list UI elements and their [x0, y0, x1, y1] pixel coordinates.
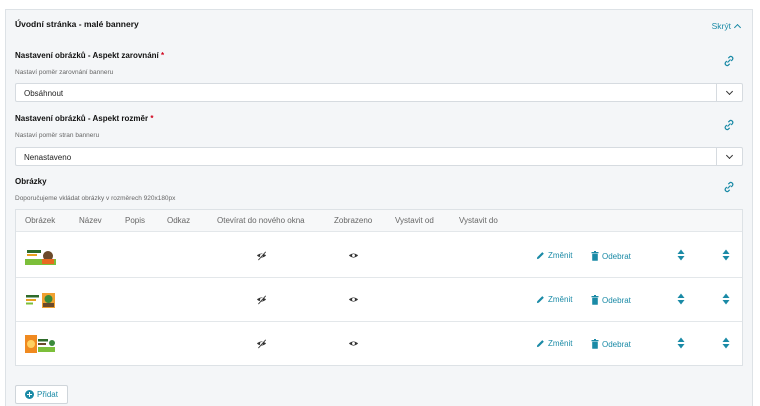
remove-button[interactable]: Odebrat: [591, 251, 631, 261]
field-ratio-label: Nastavení obrázků - Aspekt rozměr *: [15, 114, 154, 123]
link-icon[interactable]: [723, 181, 735, 193]
chevron-up-icon: [733, 23, 742, 32]
column-header: Popis: [125, 216, 146, 225]
change-button[interactable]: Změnit: [536, 295, 572, 304]
eye-slash-icon: [256, 295, 267, 305]
column-header: Název: [79, 216, 102, 225]
field-ratio-hint: Nastaví poměr stran banneru: [15, 132, 100, 139]
images-hint: Doporučujeme vkládat obrázky v rozměrech…: [15, 195, 176, 202]
sort-icon[interactable]: [722, 293, 730, 305]
chevron-down-icon: [725, 87, 734, 96]
images-table: Obrázek Název Popis Odkaz Otevírat do no…: [15, 209, 743, 366]
eye-icon: [348, 297, 359, 302]
remove-label: Odebrat: [602, 339, 631, 349]
sort-icon[interactable]: [722, 249, 730, 261]
trash-icon: [591, 339, 599, 349]
required-mark: *: [160, 51, 165, 60]
images-label: Obrázky: [15, 177, 47, 186]
remove-label: Odebrat: [602, 251, 631, 261]
banner-thumbnail: [25, 335, 56, 353]
alignment-select[interactable]: Obsáhnout: [15, 83, 743, 102]
sort-icon[interactable]: [677, 337, 685, 349]
hide-toggle[interactable]: Skrýt: [711, 21, 742, 32]
eye-icon: [348, 341, 359, 346]
link-icon[interactable]: [723, 119, 735, 131]
column-header: Vystavit od: [395, 216, 434, 225]
plus-circle-icon: [25, 390, 35, 399]
table-row: Změnit Odebrat: [16, 322, 742, 366]
column-header: Vystavit do: [459, 216, 498, 225]
sort-icon[interactable]: [677, 249, 685, 261]
change-label: Změnit: [548, 295, 573, 304]
table-row: Změnit Odebrat: [16, 234, 742, 278]
change-button[interactable]: Změnit: [536, 339, 572, 348]
remove-label: Odebrat: [602, 295, 631, 305]
sort-icon[interactable]: [677, 293, 685, 305]
table-row: Změnit Odebrat: [16, 278, 742, 322]
pencil-icon: [536, 252, 544, 260]
column-header: Obrázek: [25, 216, 56, 225]
column-header: Odkaz: [167, 216, 191, 225]
column-header: Zobrazeno: [334, 216, 373, 225]
field-alignment-hint: Nastaví poměr zarovnání banneru: [15, 69, 114, 76]
banner-thumbnail: [25, 247, 56, 265]
sort-icon[interactable]: [722, 337, 730, 349]
pencil-icon: [536, 296, 544, 304]
eye-icon: [348, 253, 359, 258]
banner-thumbnail: [25, 291, 56, 309]
link-icon[interactable]: [723, 55, 735, 67]
hide-toggle-label: Skrýt: [711, 21, 731, 31]
remove-button[interactable]: Odebrat: [591, 339, 631, 349]
ratio-select[interactable]: Nenastaveno: [15, 147, 743, 166]
trash-icon: [591, 295, 599, 305]
add-image-button[interactable]: Přidat: [15, 385, 68, 404]
eye-slash-icon: [256, 339, 267, 349]
alignment-select-value: Obsáhnout: [24, 89, 64, 98]
field-alignment-label: Nastavení obrázků - Aspekt zarovnání *: [15, 51, 165, 60]
table-header: Obrázek Název Popis Odkaz Otevírat do no…: [16, 210, 742, 232]
remove-button[interactable]: Odebrat: [591, 295, 631, 305]
change-label: Změnit: [548, 251, 573, 260]
chevron-down-icon: [725, 151, 734, 160]
required-mark: *: [150, 114, 154, 123]
column-header: Otevírat do nového okna: [217, 216, 305, 225]
eye-slash-icon: [256, 251, 267, 261]
banner-settings-panel: Úvodní stránka - malé bannery Skrýt Nast…: [5, 9, 753, 406]
section-title: Úvodní stránka - malé bannery: [15, 19, 139, 29]
add-button-label: Přidat: [37, 390, 58, 399]
trash-icon: [591, 251, 599, 261]
pencil-icon: [536, 340, 544, 348]
change-label: Změnit: [548, 339, 573, 348]
change-button[interactable]: Změnit: [536, 251, 572, 260]
ratio-select-value: Nenastaveno: [24, 153, 72, 162]
